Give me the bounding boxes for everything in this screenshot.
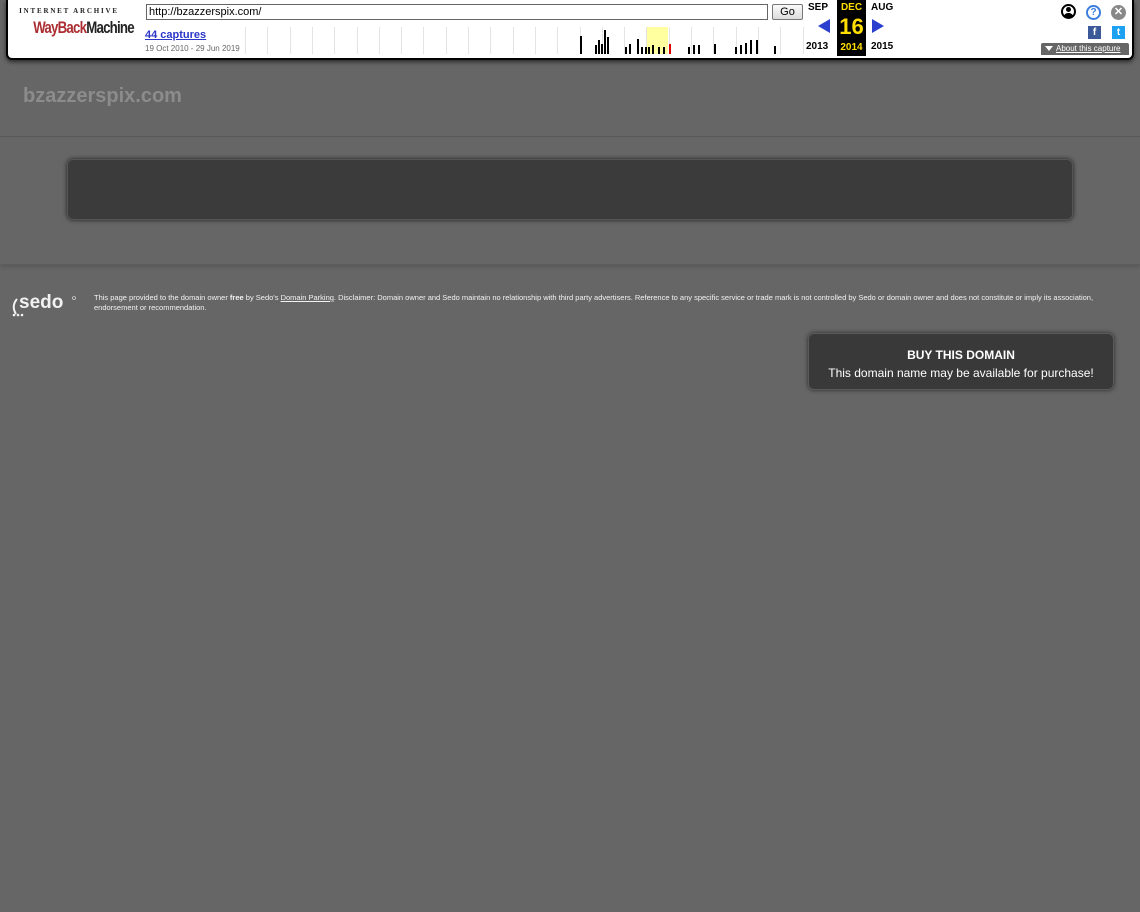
sparkline-bar [698,45,700,54]
domain-parking-link[interactable]: Domain Parking [281,293,334,302]
sparkline-year-column[interactable] [334,27,356,54]
sparkline-year-column[interactable] [356,27,379,54]
capture-sparkline[interactable] [245,27,804,54]
help-icon[interactable]: ? [1086,5,1101,20]
captures-link[interactable]: 44 captures [145,29,206,41]
sparkline-bar [595,45,597,54]
buy-domain-subtitle: This domain name may be available for pu… [828,366,1094,380]
current-day: 16 [839,14,864,39]
sparkline-year-column[interactable] [757,27,780,54]
logo-top-text: INTERNET ARCHIVE [19,7,119,15]
caret-down-icon [1045,46,1053,51]
logo-way-text: WayBack [33,18,87,37]
sparkline-year-column[interactable] [245,27,267,54]
prev-year-label[interactable]: 2013 [806,41,828,52]
sparkline-year-column[interactable] [713,27,735,54]
close-icon[interactable]: ✕ [1111,5,1126,20]
sparkline-year-column[interactable] [267,27,289,54]
next-capture-arrow-icon[interactable] [872,19,884,33]
twitter-icon[interactable]: t [1112,26,1125,39]
free-emphasis: free [229,293,244,302]
prev-capture-arrow-icon[interactable] [818,19,830,33]
facebook-icon[interactable]: f [1088,26,1101,39]
prev-month-label[interactable]: SEP [808,2,828,13]
sparkline-bar [645,47,647,54]
sparkline-bar [641,47,643,54]
url-input[interactable] [146,4,768,20]
sparkline-year-column[interactable] [311,27,334,54]
sparkline-bar [652,45,654,54]
sparkline-year-column[interactable] [445,27,468,54]
sparkline-year-column[interactable] [534,27,557,54]
site-header: bzazzerspix.com [0,62,1140,137]
user-icon[interactable] [1061,4,1076,19]
sparkline-year-column[interactable] [557,27,579,54]
sparkline-bar [756,40,758,54]
current-month: DEC [840,2,863,13]
capture-date-range: 19 Oct 2010 - 29 Jun 2019 [145,44,240,53]
sparkline-bar [740,45,742,54]
current-year: 2014 [840,42,863,53]
sparkline-bar [774,46,776,54]
sparkline-bar [735,47,737,54]
sparkline-bar [607,37,609,54]
buy-domain-title: BUY THIS DOMAIN [907,348,1015,362]
current-capture-date: DEC 16 2014 [837,0,866,56]
sparkline-year-column[interactable] [289,27,312,54]
sparkline-year-column[interactable] [401,27,423,54]
sparkline-bar [629,44,631,54]
wayback-toolbar: INTERNET ARCHIVE WayBackMachine Go 44 ca… [6,0,1134,60]
go-button[interactable]: Go [772,4,803,20]
site-title: bzazzerspix.com [23,85,182,107]
sparkline-bar [604,30,606,54]
sparkline-bar [637,39,639,54]
disclaimer-text: This page provided to the domain owner f… [94,293,1094,312]
sparkline-bar [601,44,603,54]
sparkline-year-column[interactable] [468,27,490,54]
sparkline-bar [745,43,747,54]
sparkline-bar [625,47,627,54]
ad-panel [67,159,1073,220]
sparkline-year-column[interactable] [423,27,445,54]
ad-banner-area [0,137,1140,265]
sparkline-bar [598,40,600,54]
sparkline-bar [714,44,716,54]
sparkline-bar [693,45,695,54]
sedo-logo[interactable]: sedo [10,288,80,322]
about-capture-label: About this capture [1056,44,1121,53]
sparkline-bar [669,44,671,54]
sparkline-year-column[interactable] [512,27,535,54]
next-year-label[interactable]: 2015 [871,41,893,52]
sedo-logo-text: sedo [19,292,63,313]
next-month-label[interactable]: AUG [871,2,893,13]
logo-machine-text: Machine [86,18,134,37]
buy-domain-box[interactable]: BUY THIS DOMAIN This domain name may be … [808,333,1114,390]
sparkline-bar [688,47,690,54]
sparkline-year-column[interactable] [490,27,512,54]
about-capture-toggle[interactable]: About this capture [1041,43,1129,55]
sparkline-bar [648,47,650,54]
sparkline-year-column[interactable] [378,27,401,54]
sparkline-bar [663,47,665,54]
wayback-logo[interactable]: INTERNET ARCHIVE WayBackMachine [19,7,134,43]
sparkline-bar [580,36,582,54]
sparkline-year-column[interactable] [780,27,802,54]
sparkline-bar [658,47,660,54]
sparkline-bar [750,40,752,54]
